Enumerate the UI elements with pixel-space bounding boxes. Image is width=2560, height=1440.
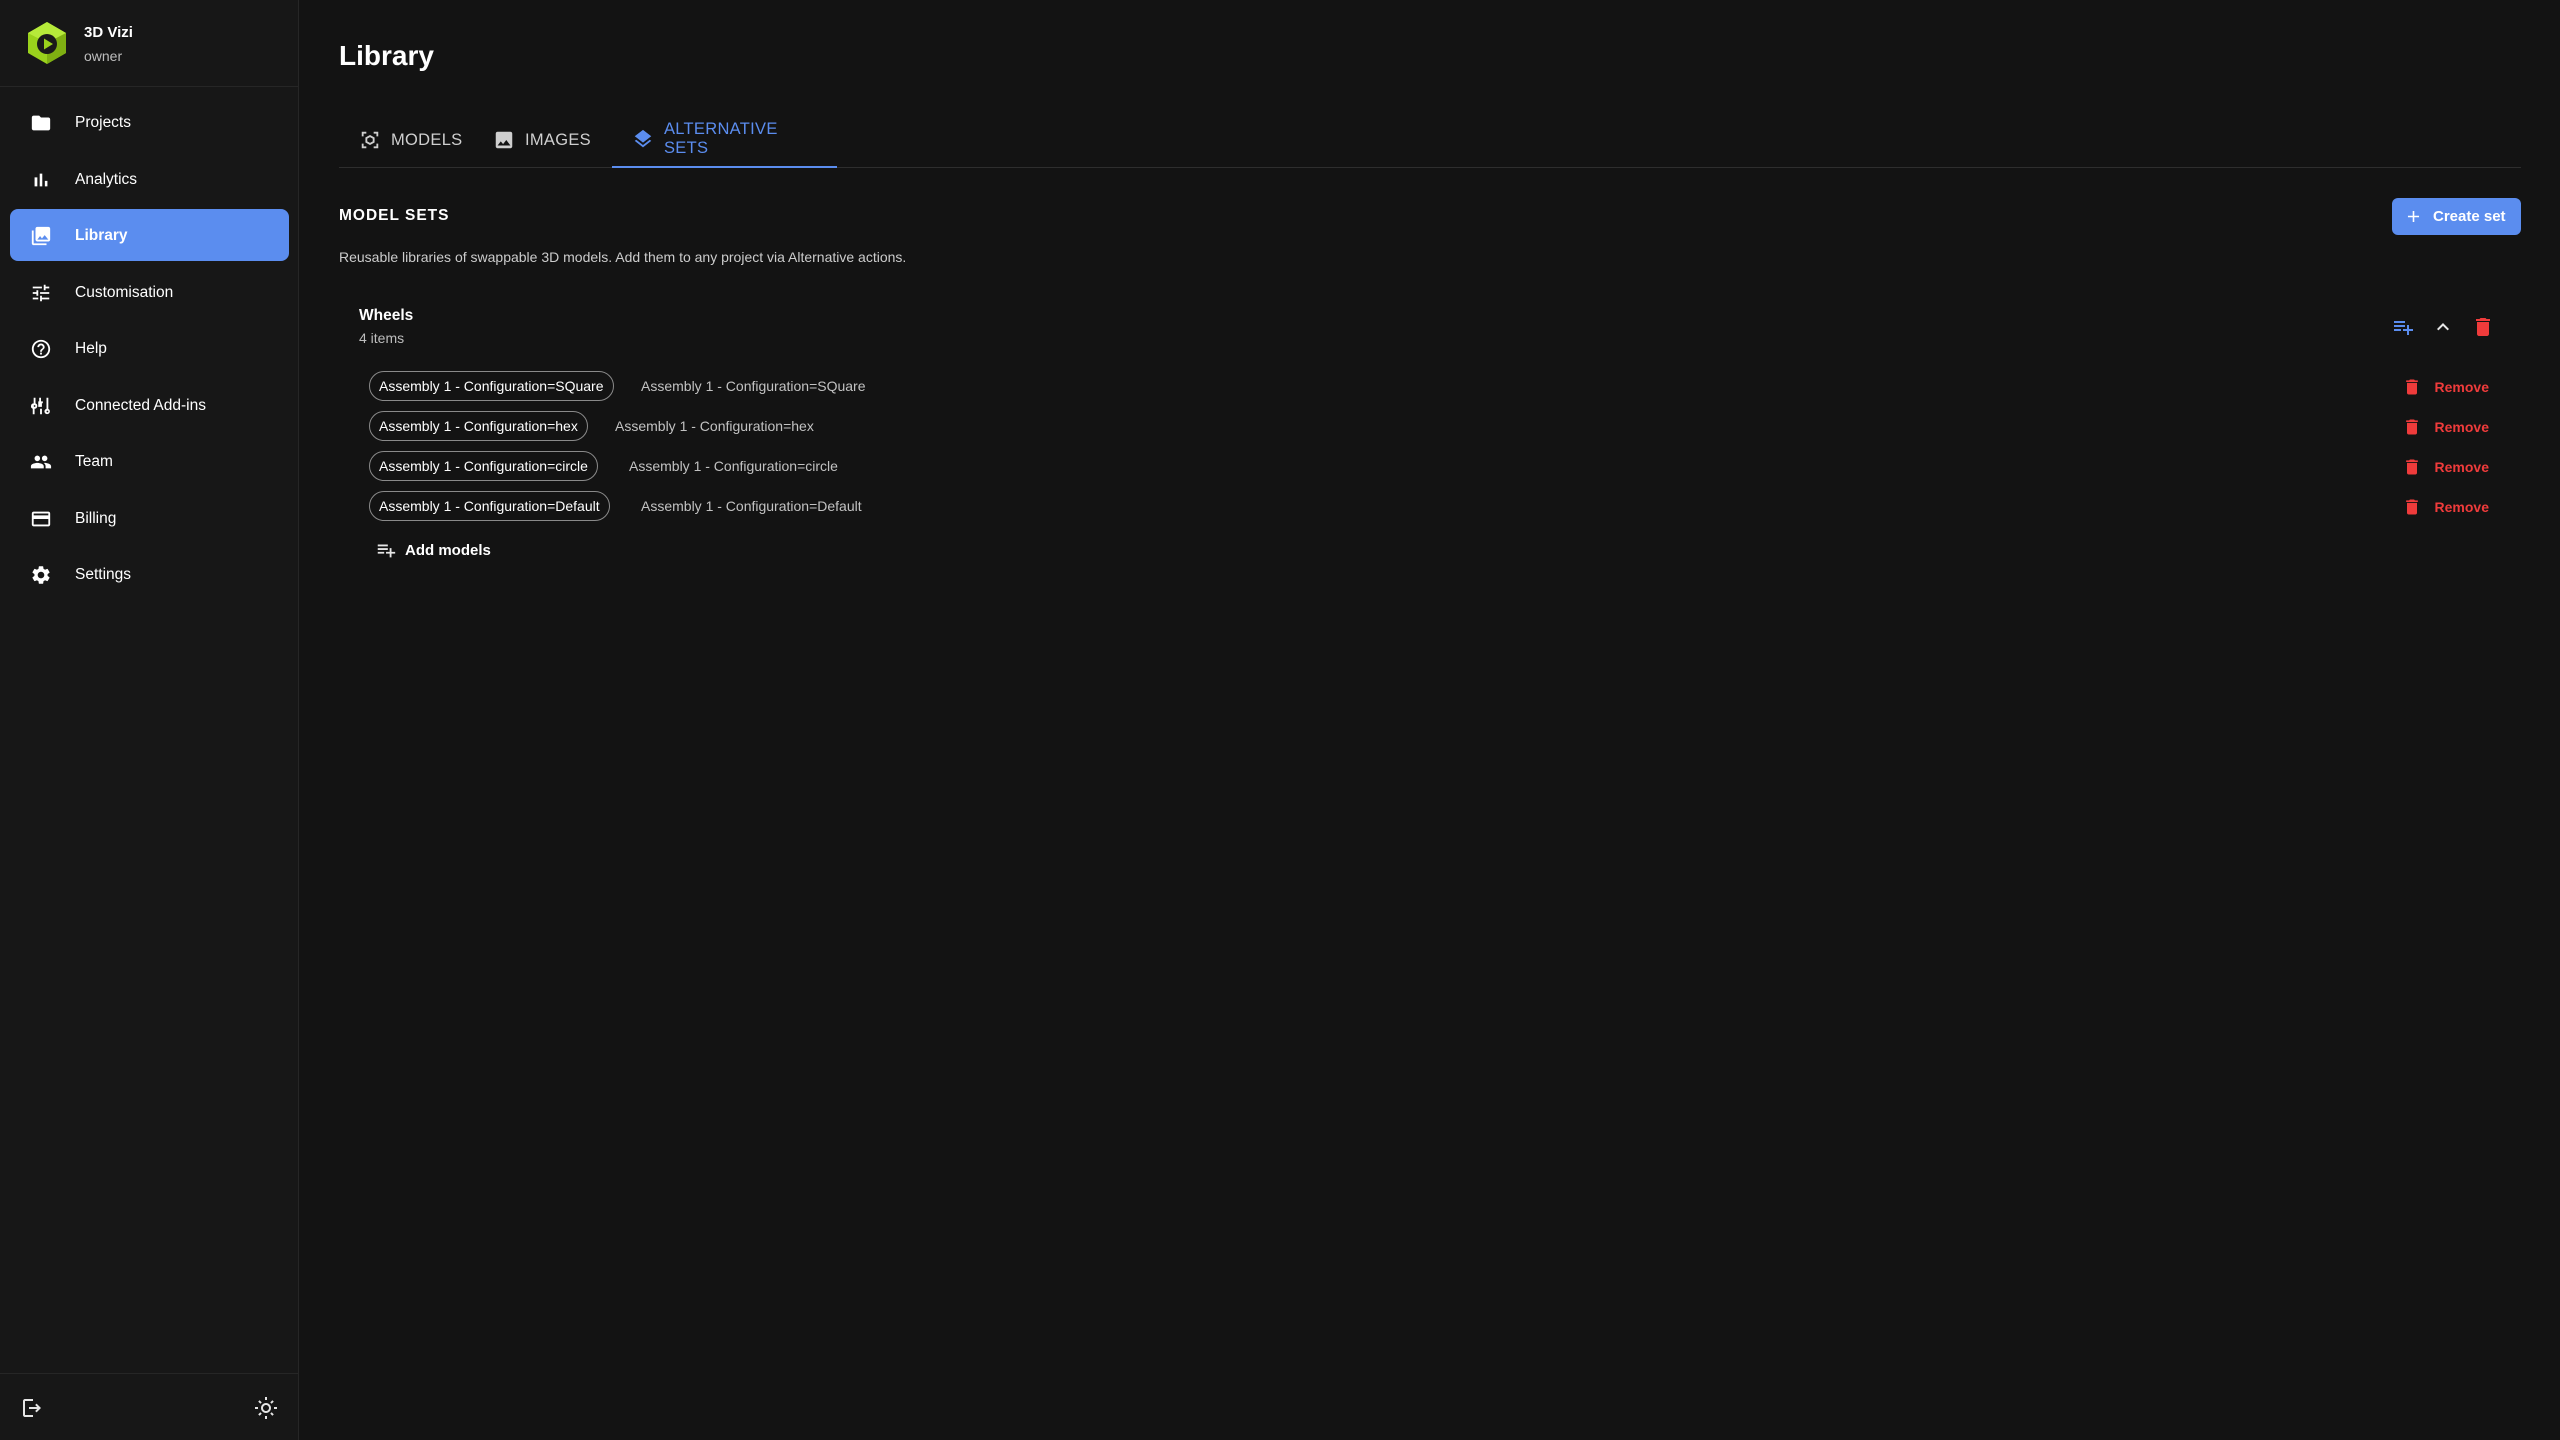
sidebar-item-customisation[interactable]: Customisation [10, 266, 289, 318]
list-item: Assembly 1 - Configuration=circle Assemb… [369, 449, 2509, 489]
model-description: Assembly 1 - Configuration=circle [629, 458, 838, 474]
image-icon [493, 129, 515, 151]
remove-button[interactable]: Remove [2402, 416, 2489, 438]
sidebar: 3D Vizi owner Projects Analytics Library [0, 0, 299, 1440]
tab-label: IMAGES [525, 130, 591, 149]
model-description: Assembly 1 - Configuration=Default [641, 498, 862, 514]
tab-images[interactable]: IMAGES [473, 112, 611, 168]
sidebar-nav: Projects Analytics Library Customisation… [10, 96, 289, 605]
sidebar-item-billing[interactable]: Billing [10, 492, 289, 544]
delete-icon [2402, 497, 2422, 517]
sidebar-item-label: Billing [75, 509, 117, 527]
delete-icon [2402, 377, 2422, 397]
photo-library-icon [30, 225, 52, 247]
credit-card-icon [30, 508, 52, 530]
sidebar-item-label: Analytics [75, 170, 138, 188]
create-set-label: Create set [2433, 208, 2506, 225]
sidebar-item-connected-add-ins[interactable]: Connected Add-ins [10, 379, 289, 431]
bar-chart-icon [30, 169, 52, 191]
gear-icon [30, 564, 52, 586]
main-content: Library MODELS IMAGES ALTERNATIVE SETS M… [339, 0, 2521, 1440]
sidebar-item-label: Projects [75, 114, 131, 131]
list-item: Assembly 1 - Configuration=SQuare Assemb… [369, 369, 2509, 409]
remove-button[interactable]: Remove [2402, 456, 2489, 478]
delete-set-icon[interactable] [2471, 315, 2495, 339]
remove-button[interactable]: Remove [2402, 496, 2489, 518]
chevron-up-icon[interactable] [2431, 315, 2455, 339]
model-chip[interactable]: Assembly 1 - Configuration=SQuare [369, 371, 614, 401]
model-chip[interactable]: Assembly 1 - Configuration=hex [369, 411, 588, 441]
folder-icon [30, 112, 52, 134]
logout-icon[interactable] [20, 1396, 44, 1420]
sidebar-footer [0, 1373, 298, 1440]
remove-label: Remove [2434, 459, 2489, 475]
list-item: Assembly 1 - Configuration=Default Assem… [369, 489, 2509, 529]
sidebar-item-label: Library [75, 227, 128, 244]
sidebar-item-analytics[interactable]: Analytics [10, 153, 289, 205]
sidebar-item-label: Help [75, 340, 107, 357]
sidebar-item-help[interactable]: Help [10, 322, 289, 374]
hexagon-play-logo-icon [24, 20, 70, 66]
help-circle-icon [30, 338, 52, 360]
brand-role: owner [84, 48, 123, 64]
sidebar-item-label: Connected Add-ins [75, 396, 206, 414]
playlist-add-icon [375, 539, 397, 561]
delete-icon [2402, 417, 2422, 437]
tune-icon [30, 282, 52, 304]
people-icon [30, 451, 52, 473]
page-title: Library [339, 40, 434, 71]
plus-icon [2404, 207, 2423, 226]
layers-icon [632, 128, 654, 150]
model-description: Assembly 1 - Configuration=hex [615, 418, 814, 434]
sidebar-item-settings[interactable]: Settings [10, 548, 289, 600]
sidebar-item-label: Customisation [75, 283, 174, 301]
tab-alternative-sets[interactable]: ALTERNATIVE SETS [612, 112, 837, 168]
model-icon [359, 129, 381, 151]
add-models-label: Add models [405, 541, 491, 559]
section-title: MODEL SETS [339, 207, 450, 224]
sun-icon[interactable] [254, 1396, 278, 1420]
sidebar-item-label: Team [75, 453, 113, 470]
remove-label: Remove [2434, 379, 2489, 395]
sidebar-item-team[interactable]: Team [10, 435, 289, 487]
model-description: Assembly 1 - Configuration=SQuare [641, 378, 866, 394]
remove-label: Remove [2434, 419, 2489, 435]
delete-icon [2402, 457, 2422, 477]
model-chip[interactable]: Assembly 1 - Configuration=circle [369, 451, 598, 481]
set-name: Wheels [359, 307, 414, 324]
tab-label: MODELS [391, 130, 463, 149]
library-tabs: MODELS IMAGES ALTERNATIVE SETS [339, 112, 2521, 168]
model-chip[interactable]: Assembly 1 - Configuration=Default [369, 491, 610, 521]
brand-header: 3D Vizi owner [0, 0, 298, 87]
set-items-list: Assembly 1 - Configuration=SQuare Assemb… [369, 369, 2509, 529]
tab-label: ALTERNATIVE SETS [664, 120, 778, 157]
section-description: Reusable libraries of swappable 3D model… [339, 249, 907, 265]
sidebar-item-label: Settings [75, 566, 132, 583]
add-models-button[interactable]: Add models [369, 538, 491, 562]
remove-button[interactable]: Remove [2402, 376, 2489, 398]
remove-label: Remove [2434, 499, 2489, 515]
playlist-add-icon[interactable] [2391, 315, 2415, 339]
sidebar-item-projects[interactable]: Projects [10, 96, 289, 148]
list-item: Assembly 1 - Configuration=hex Assembly … [369, 409, 2509, 449]
tab-models[interactable]: MODELS [339, 112, 482, 168]
model-set-card: Wheels 4 items Assembly 1 - Configuratio… [359, 295, 2509, 575]
brand-name: 3D Vizi [84, 24, 133, 41]
sidebar-item-library[interactable]: Library [10, 209, 289, 261]
create-set-button[interactable]: Create set [2392, 198, 2521, 235]
set-item-count: 4 items [359, 330, 405, 346]
add-ins-icon [30, 395, 52, 417]
